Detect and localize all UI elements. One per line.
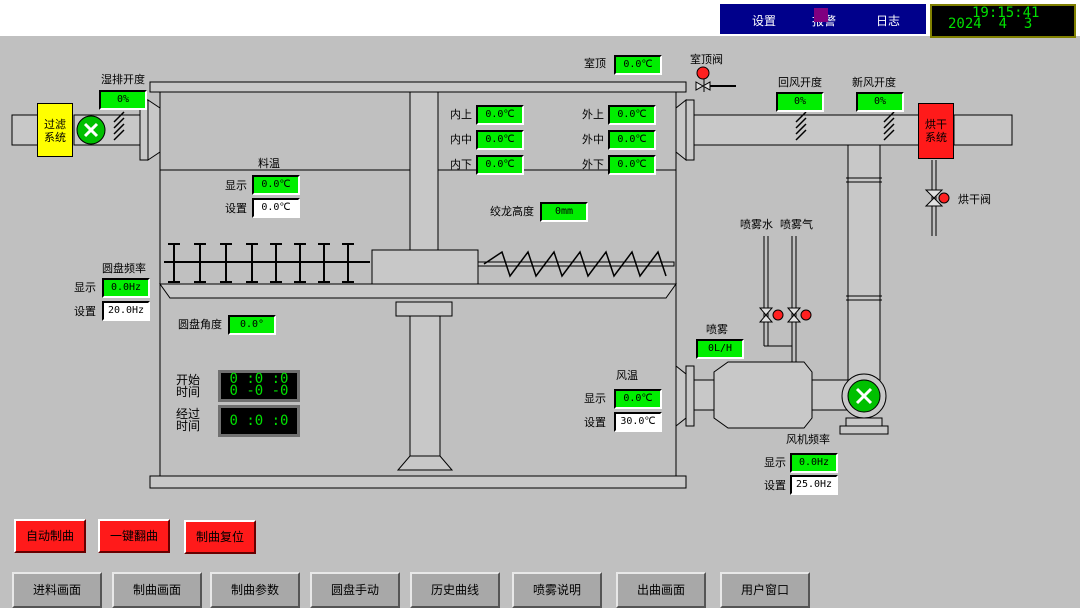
disc-freq-set-label: 设置 [74,305,96,318]
chamber-roof [149,81,687,93]
left-flange [147,99,161,161]
material-temp-title: 料温 [258,157,280,170]
room-top-valve-icon [696,66,710,80]
start-time-display: 0 :0 :0 0 -0 -0 [218,370,300,402]
disc [159,283,677,299]
return-air-label: 回风开度 [778,76,822,89]
spray-value: 0L/H [696,339,744,359]
elapsed-time-display: 0 :0 :0 [218,405,300,437]
vertical-duct [847,144,881,381]
wind-temp-display-label: 显示 [584,392,606,405]
inner-top-value: 0.0℃ [476,105,524,125]
inner-top-label: 内上 [450,108,472,121]
material-temp-set-input[interactable]: 0.0℃ [252,198,300,218]
fresh-air-value: 0% [856,92,904,112]
spray-gas-valve-icon [800,309,812,321]
turning-paddles [164,243,370,283]
fan-freq-display-label: 显示 [764,456,786,469]
outer-top-label: 外上 [582,108,604,121]
elapsed-time-label: 经过 时间 [176,407,201,433]
chamber-floor [149,475,687,489]
filter-system[interactable]: 过滤 系统 [37,103,73,157]
wind-temp-set-label: 设置 [584,416,606,429]
inner-bottom-label: 内下 [450,158,472,171]
inner-bottom-value: 0.0℃ [476,155,524,175]
disc-freq-display-label: 显示 [74,281,96,294]
heater-housing [713,361,813,429]
column-cap [395,301,453,317]
gearbox [371,249,479,285]
disc-freq-set-input[interactable]: 20.0Hz [102,301,150,321]
nav-user-window[interactable]: 用户窗口 [720,572,810,608]
center-shaft [409,91,439,251]
material-temp-display-value: 0.0℃ [252,175,300,195]
reset-button[interactable]: 制曲复位 [184,520,256,554]
inner-mid-label: 内中 [450,133,472,146]
fan-freq-set-label: 设置 [764,479,786,492]
fresh-air-label: 新风开度 [852,76,896,89]
nav-make-screen[interactable]: 制曲画面 [112,572,202,608]
start-time-date: 0 -0 -0 [229,383,289,399]
material-temp-set-label: 设置 [225,202,247,215]
nav-parameters[interactable]: 制曲参数 [210,572,300,608]
nav-feed-screen[interactable]: 进料画面 [12,572,102,608]
start-time-label: 开始 时间 [176,373,201,399]
outer-mid-label: 外中 [582,133,604,146]
column-base [396,455,454,471]
outer-bottom-value: 0.0℃ [608,155,656,175]
outer-bottom-label: 外下 [582,158,604,171]
spray-label: 喷雾 [706,323,728,336]
auger-shaft [477,261,675,267]
fan-freq-set-input[interactable]: 25.0Hz [790,475,838,495]
spray-gas-label: 喷雾气 [780,218,813,231]
fan-freq-title: 风机频率 [786,433,830,446]
material-temp-display-label: 显示 [225,179,247,192]
one-key-turn-button[interactable]: 一键翻曲 [98,519,170,553]
drying-valve-label: 烘干阀 [958,193,991,206]
room-top-label: 室顶 [584,57,606,70]
process-diagram [11,66,1013,489]
room-top-value: 0.0℃ [614,55,662,75]
inner-mid-value: 0.0℃ [476,130,524,150]
wind-temp-set-input[interactable]: 30.0℃ [614,412,662,432]
auger-height-label: 绞龙高度 [490,205,534,218]
disc-freq-display-value: 0.0Hz [102,278,150,298]
disc-angle-label: 圆盘角度 [178,318,222,331]
exhaust-value: 0% [99,90,147,110]
return-air-value: 0% [776,92,824,112]
disc-angle-value: 0.0° [228,315,276,335]
auger-height-value: 0mm [540,202,588,222]
fan-freq-display-value: 0.0Hz [790,453,838,473]
drying-system[interactable]: 烘干 系统 [918,103,954,159]
nav-disc-manual[interactable]: 圆盘手动 [310,572,400,608]
nav-history-curve[interactable]: 历史曲线 [410,572,500,608]
exhaust-label: 湿排开度 [101,73,145,86]
disc-freq-title: 圆盘频率 [102,262,146,275]
auto-make-button[interactable]: 自动制曲 [14,519,86,553]
nav-output-screen[interactable]: 出曲画面 [616,572,706,608]
room-top-valve-label: 室顶阀 [690,53,723,66]
drying-valve-icon [938,192,950,204]
outer-mid-value: 0.0℃ [608,130,656,150]
wind-temp-title: 风温 [616,369,638,382]
spray-water-valve-icon [772,309,784,321]
wind-temp-display-value: 0.0℃ [614,389,662,409]
support-column [409,315,441,457]
spray-water-label: 喷雾水 [740,218,773,231]
outer-top-value: 0.0℃ [608,105,656,125]
nav-spray-info[interactable]: 喷雾说明 [512,572,602,608]
